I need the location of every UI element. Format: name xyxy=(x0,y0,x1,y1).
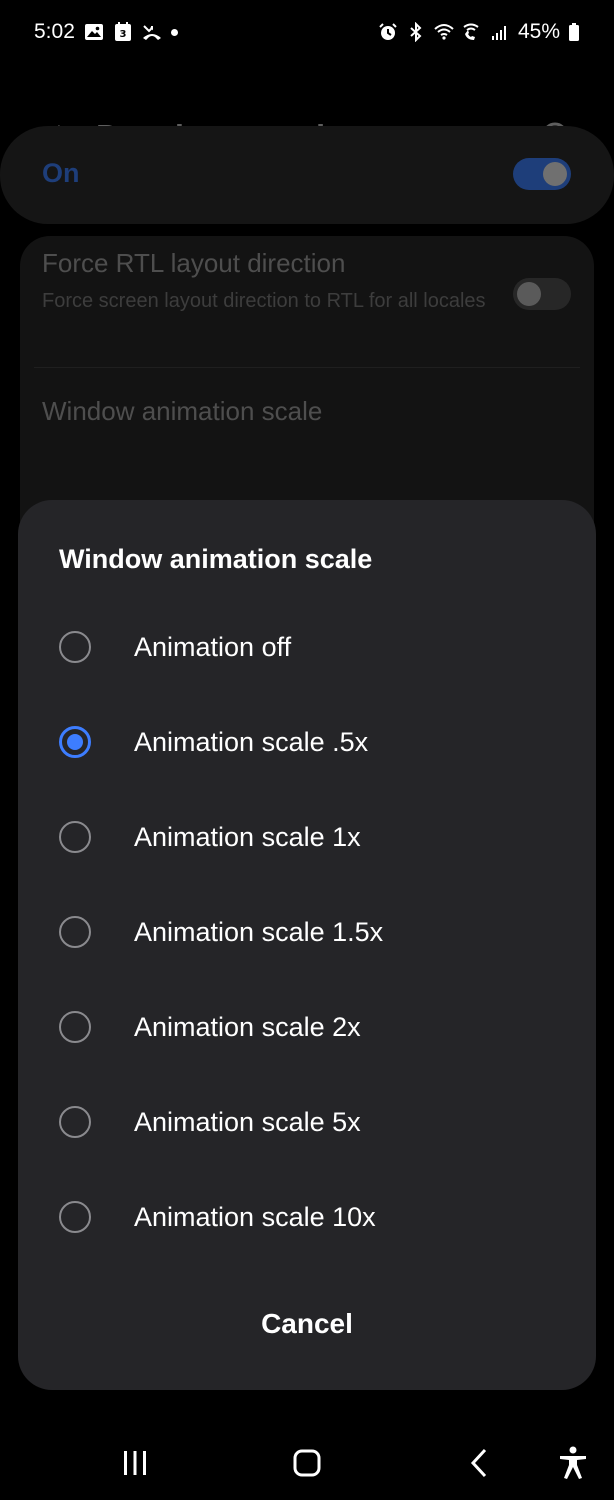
calendar-day: 3 xyxy=(119,29,126,40)
status-bar: 5:02 3 45% xyxy=(0,0,614,64)
radio-button[interactable] xyxy=(59,631,91,663)
recents-icon[interactable] xyxy=(110,1438,160,1488)
wifi-icon xyxy=(434,22,454,42)
option-animation-scale-1-5x[interactable]: Animation scale 1.5x xyxy=(18,885,596,980)
option-label: Animation scale .5x xyxy=(134,727,369,757)
window-animation-dialog: Window animation scale Animation off Ani… xyxy=(18,500,596,1390)
option-label: Animation off xyxy=(134,632,292,662)
setting-rtl-description: Force screen layout direction to RTL for… xyxy=(42,290,486,312)
master-switch-label: On xyxy=(42,158,80,188)
wifi-calling-icon xyxy=(462,22,482,42)
radio-button[interactable] xyxy=(59,821,91,853)
bluetooth-icon xyxy=(406,22,426,42)
battery-icon xyxy=(568,22,580,42)
signal-icon xyxy=(490,22,510,42)
divider xyxy=(34,367,580,368)
option-animation-scale-2x[interactable]: Animation scale 2x xyxy=(18,980,596,1075)
option-animation-scale-10x[interactable]: Animation scale 10x xyxy=(18,1170,596,1265)
setting-window-animation-title[interactable]: Window animation scale xyxy=(42,396,322,427)
radio-button-selected[interactable] xyxy=(59,726,91,758)
toggle-knob xyxy=(517,282,541,306)
radio-button[interactable] xyxy=(59,1106,91,1138)
toggle-knob xyxy=(543,162,567,186)
cancel-button[interactable]: Cancel xyxy=(207,1296,407,1352)
option-animation-scale-5x[interactable]: Animation scale 5x xyxy=(18,1075,596,1170)
option-label: Animation scale 1x xyxy=(134,822,361,852)
navigation-bar xyxy=(0,1420,614,1500)
calendar-icon: 3 xyxy=(113,22,133,42)
option-animation-off[interactable]: Animation off xyxy=(18,600,596,695)
radio-button[interactable] xyxy=(59,916,91,948)
option-label: Animation scale 5x xyxy=(134,1107,361,1137)
status-bar-right: 45% xyxy=(378,20,580,44)
home-icon[interactable] xyxy=(282,1438,332,1488)
radio-button[interactable] xyxy=(59,1201,91,1233)
back-icon[interactable] xyxy=(455,1438,505,1488)
alarm-icon xyxy=(378,22,398,42)
notification-dot xyxy=(170,28,178,36)
setting-rtl-title[interactable]: Force RTL layout direction xyxy=(42,248,345,279)
option-animation-scale-1x[interactable]: Animation scale 1x xyxy=(18,790,596,885)
option-label: Animation scale 1.5x xyxy=(134,917,384,947)
missed-call-icon xyxy=(142,22,162,42)
accessibility-icon[interactable] xyxy=(548,1438,598,1488)
option-label: Animation scale 10x xyxy=(134,1202,376,1232)
option-label: Animation scale 2x xyxy=(134,1012,361,1042)
master-toggle[interactable] xyxy=(513,158,571,190)
option-animation-scale-0-5x[interactable]: Animation scale .5x xyxy=(18,695,596,790)
rtl-toggle[interactable] xyxy=(513,278,571,310)
dialog-title: Window animation scale xyxy=(59,544,373,574)
status-time: 5:02 xyxy=(34,20,75,43)
status-bar-left: 5:02 3 xyxy=(34,20,178,44)
battery-percent: 45% xyxy=(517,20,560,43)
gallery-icon xyxy=(84,22,104,42)
radio-button[interactable] xyxy=(59,1011,91,1043)
